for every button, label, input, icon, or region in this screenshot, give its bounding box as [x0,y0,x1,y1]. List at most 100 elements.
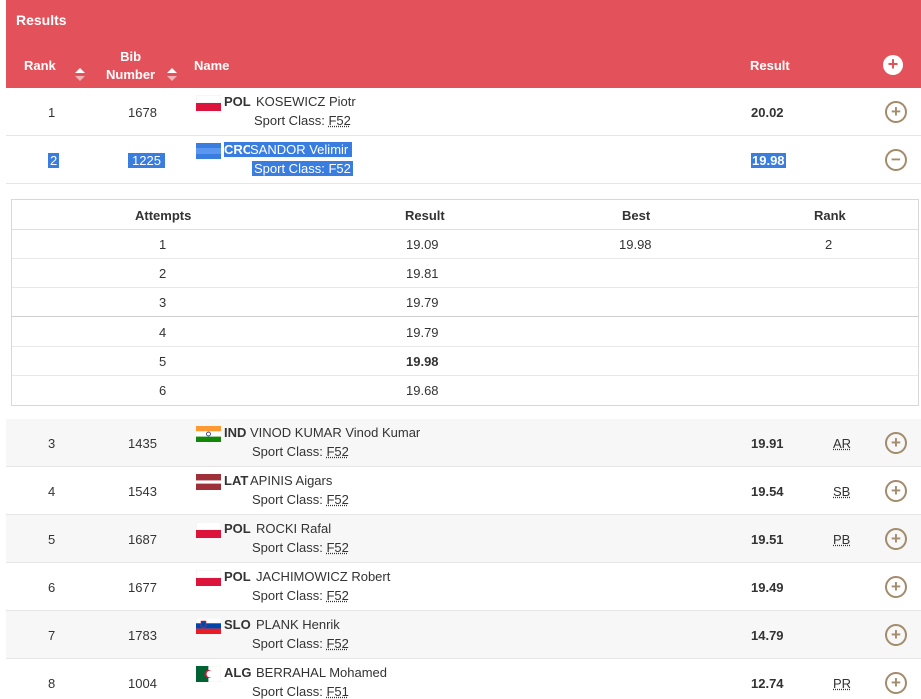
sport-class-code[interactable]: F52 [328,161,350,176]
bib-column-header[interactable]: Bib Number [106,48,155,84]
rank-cell: 1 [48,105,56,120]
sport-class-code[interactable]: F52 [326,636,348,651]
expand-icon[interactable]: + [885,101,907,123]
attempts-header-row: Attempts Result Best Rank [12,200,918,230]
result-value: 14.79 [751,628,784,643]
table-row[interactable]: 2 1225 CRO SANDOR Velimir Sport Class: F… [6,136,921,184]
sport-class-label: Sport Class: [252,540,323,555]
attempt-result: 19.81 [406,266,439,281]
rank-cell: 5 [48,532,56,547]
attempt-number: 5 [159,354,167,369]
attempt-number: 4 [159,325,167,340]
table-row[interactable]: 6 1677 POL JACHIMOWICZ Robert Sport Clas… [6,563,921,611]
athlete-name[interactable]: KOSEWICZ Piotr [256,94,356,109]
record-badge[interactable]: AR [833,436,851,451]
expand-icon[interactable]: + [885,528,907,550]
bib-cell: 1678 [128,105,157,120]
bib-sort-icon[interactable] [167,68,177,82]
result-value: 19.54 [751,484,784,499]
result-column-header: Result [750,58,790,73]
sport-class-label: Sport Class: [254,161,325,176]
ind-flag-icon [196,426,221,442]
bib-cell: 1004 [128,676,157,691]
attempts-header: Attempts [135,208,192,223]
slo-flag-icon [196,618,221,634]
athlete-name[interactable]: ROCKI Rafal [256,521,331,536]
athlete-name[interactable]: BERRAHAL Mohamed [256,665,387,680]
table-row[interactable]: 4 1543 LAT APINIS Aigars Sport Class: F5… [6,467,921,515]
athlete-name[interactable]: SANDOR Velimir [250,142,353,157]
sport-class: Sport Class: F52 [254,113,351,128]
athlete-name[interactable]: APINIS Aigars [250,473,332,488]
attempt-number: 1 [159,237,167,252]
expand-icon[interactable]: + [885,432,907,454]
alg-flag-icon [196,666,221,682]
sport-class-code[interactable]: F52 [326,540,348,555]
table-row[interactable]: 8 1004 ALG BERRAHAL Mohamed Sport Class:… [6,659,921,699]
rank-cell: 7 [48,628,56,643]
noc-code: SLO [224,617,251,632]
rank-cell: 8 [48,676,56,691]
record-badge[interactable]: PR [833,676,851,691]
bib-cell: 1543 [128,484,157,499]
attempt-row: 6 19.68 [12,375,918,404]
rank-column-header[interactable]: Rank [24,58,56,73]
sport-class-code[interactable]: F51 [326,684,348,699]
table-row[interactable]: 7 1783 SLO PLANK Henrik Sport Class: F52… [6,611,921,659]
attempt-result: 19.09 [406,237,439,252]
table-row[interactable]: 1 1678 POL KOSEWICZ Piotr Sport Class: F… [6,88,921,136]
result-value: 12.74 [751,676,784,691]
noc-code: IND [224,425,247,440]
sport-class-label: Sport Class: [252,492,323,507]
sport-class: Sport Class: F51 [252,684,349,699]
bib-header-line1: Bib [120,49,142,64]
expand-icon[interactable]: + [885,672,907,694]
athlete-name[interactable]: PLANK Henrik [256,617,340,632]
attempt-number: 2 [159,266,167,281]
collapse-icon[interactable]: − [885,149,907,171]
sport-class-label: Sport Class: [252,636,323,651]
noc-code: POL [224,569,251,584]
attempt-rank: 2 [825,237,833,252]
noc-code: CRO [224,142,253,157]
bib-cell: 1687 [128,532,157,547]
results-header: Results Rank Bib Number Name Result + [6,0,921,88]
attempt-row: 1 19.09 19.98 2 [12,229,918,259]
lat-flag-icon [196,474,221,490]
best-header: Best [622,208,651,223]
sport-class-label: Sport Class: [252,444,323,459]
noc-code: ALG [224,665,252,680]
attempt-row: 4 19.79 [12,317,918,347]
rank-cell: 4 [48,484,56,499]
pol-flag-icon [196,522,221,538]
record-badge[interactable]: SB [833,484,850,499]
result-value: 19.91 [751,436,784,451]
pol-flag-icon [196,570,221,586]
rank-cell: 3 [48,436,56,451]
bib-cell: 1225 [128,153,165,168]
rank-cell: 2 [48,153,60,168]
table-row[interactable]: 3 1435 IND VINOD KUMAR Vinod Kumar Sport… [6,419,921,467]
sport-class-code[interactable]: F52 [328,113,350,128]
sport-class-code[interactable]: F52 [326,588,348,603]
noc-code: POL [224,94,251,109]
sport-class: Sport Class: F52 [252,588,349,603]
result-value: 19.49 [751,580,784,595]
table-row[interactable]: 5 1687 POL ROCKI Rafal Sport Class: F52 … [6,515,921,563]
sport-class-code[interactable]: F52 [326,492,348,507]
rank-sort-icon[interactable] [75,68,85,82]
expand-icon[interactable]: + [885,576,907,598]
expand-icon[interactable]: + [885,624,907,646]
sport-class: Sport Class: F52 [252,444,349,459]
record-badge[interactable]: PB [833,532,850,547]
attempt-row: 2 19.81 [12,258,918,288]
expand-icon[interactable]: + [885,480,907,502]
noc-code: LAT [224,473,249,488]
sport-class: Sport Class: F52 [252,161,353,176]
athlete-name[interactable]: JACHIMOWICZ Robert [256,569,390,584]
expand-all-icon[interactable]: + [883,55,903,75]
sport-class-code[interactable]: F52 [326,444,348,459]
attempt-result-best: 19.98 [406,354,439,369]
athlete-name[interactable]: VINOD KUMAR Vinod Kumar [250,425,420,440]
cro-flag-icon [196,143,221,159]
